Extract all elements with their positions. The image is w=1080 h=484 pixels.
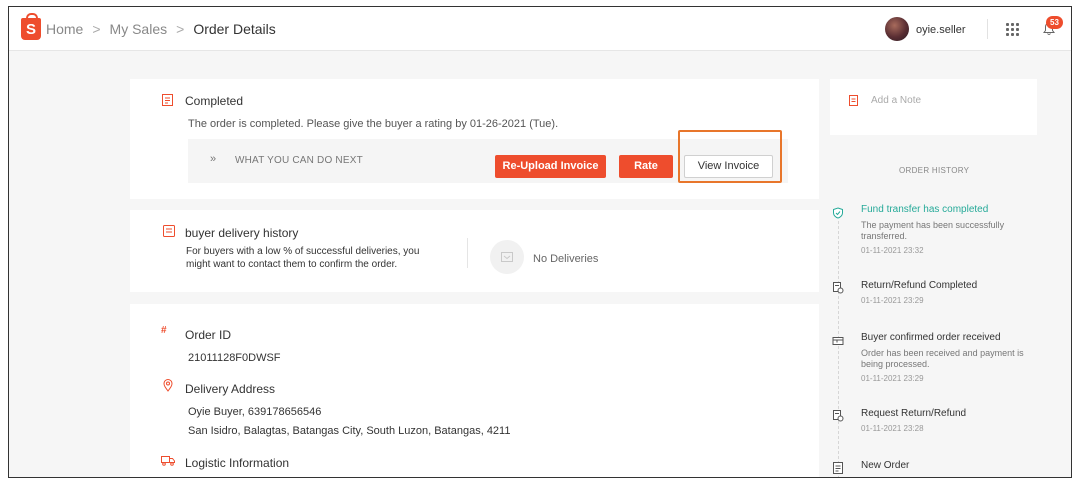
delivery-address-name: Oyie Buyer, 639178656546 (188, 406, 322, 418)
history-event-time: 01-11-2021 23:28 (861, 424, 924, 433)
truck-icon (161, 456, 175, 466)
note-icon (849, 95, 858, 106)
delivery-history-icon (163, 225, 175, 237)
order-id-value: 21011128F0DWSF (188, 352, 281, 364)
order-id-label: Order ID (185, 328, 232, 342)
delivery-address-line: San Isidro, Balagtas, Batangas City, Sou… (188, 425, 511, 437)
history-event-title: Return/Refund Completed (861, 280, 978, 291)
add-note-card[interactable]: Add a Note (830, 79, 1037, 135)
status-message: The order is completed. Please give the … (188, 118, 559, 130)
box-received-icon (832, 337, 844, 345)
delivery-history-title: buyer delivery history (185, 226, 299, 240)
app-frame: S Home > My Sales > Order Details oyie.s… (8, 6, 1072, 478)
divider (467, 238, 468, 268)
buyer-delivery-history-card: buyer delivery history For buyers with a… (130, 210, 819, 292)
history-event-desc: transferred. (861, 231, 908, 241)
new-order-icon (833, 462, 843, 474)
shield-check-icon (833, 207, 843, 219)
notification-badge: 53 (1046, 16, 1063, 29)
history-event-desc: The payment has been successfully (861, 220, 1005, 230)
history-event-time: 01-11-2021 23:29 (861, 374, 924, 383)
breadcrumb-my-sales[interactable]: My Sales (110, 21, 168, 37)
top-bar: S Home > My Sales > Order Details oyie.s… (9, 7, 1071, 51)
breadcrumb-separator-icon: > (92, 21, 101, 37)
history-event-title: Buyer confirmed order received (861, 332, 1001, 343)
shopee-logo-icon[interactable]: S (21, 13, 41, 40)
delivery-address-label: Delivery Address (185, 382, 276, 396)
no-deliveries-icon (490, 240, 524, 274)
no-deliveries-text: No Deliveries (533, 253, 599, 265)
timeline-line (838, 221, 839, 477)
history-event-title: New Order (861, 460, 910, 471)
add-note-placeholder[interactable]: Add a Note (871, 95, 921, 106)
delivery-history-desc-line1: For buyers with a low % of successful de… (186, 246, 420, 257)
double-chevron-icon: » (210, 153, 216, 165)
delivery-history-desc-line2: might want to contact them to confirm th… (186, 259, 398, 270)
breadcrumb-current: Order Details (193, 21, 276, 37)
breadcrumb-separator-icon: > (176, 21, 185, 37)
logistic-info-label: Logistic Information (185, 456, 290, 470)
divider (987, 19, 988, 39)
status-title: Completed (185, 94, 244, 108)
history-event-title: Request Return/Refund (861, 408, 967, 419)
history-event-title: Fund transfer has completed (861, 204, 989, 215)
username[interactable]: oyie.seller (916, 24, 966, 36)
view-invoice-highlight (678, 130, 782, 183)
avatar[interactable] (885, 17, 909, 41)
return-request-icon (833, 410, 844, 422)
breadcrumb: Home > My Sales > Order Details (46, 21, 276, 37)
rate-button[interactable]: Rate (619, 155, 673, 178)
order-id-icon: # (161, 325, 167, 336)
location-pin-icon (163, 379, 173, 392)
history-event-desc: Order has been received and payment is (861, 348, 1024, 358)
refund-doc-icon (833, 282, 844, 294)
order-info-card: # Order ID 21011128F0DWSF Delivery Addre… (130, 304, 819, 477)
reupload-invoice-button[interactable]: Re-Upload Invoice (495, 155, 606, 178)
history-event-time: 01-11-2021 23:32 (861, 246, 924, 255)
history-event-time: 01-11-2021 23:29 (861, 296, 924, 305)
next-actions-label: WHAT YOU CAN DO NEXT (235, 155, 363, 166)
breadcrumb-home[interactable]: Home (46, 21, 83, 37)
apps-grid-icon[interactable] (1006, 23, 1019, 36)
order-history-heading: ORDER HISTORY (899, 166, 970, 175)
history-event-desc: being processed. (861, 359, 930, 369)
clipboard-icon (162, 94, 173, 106)
